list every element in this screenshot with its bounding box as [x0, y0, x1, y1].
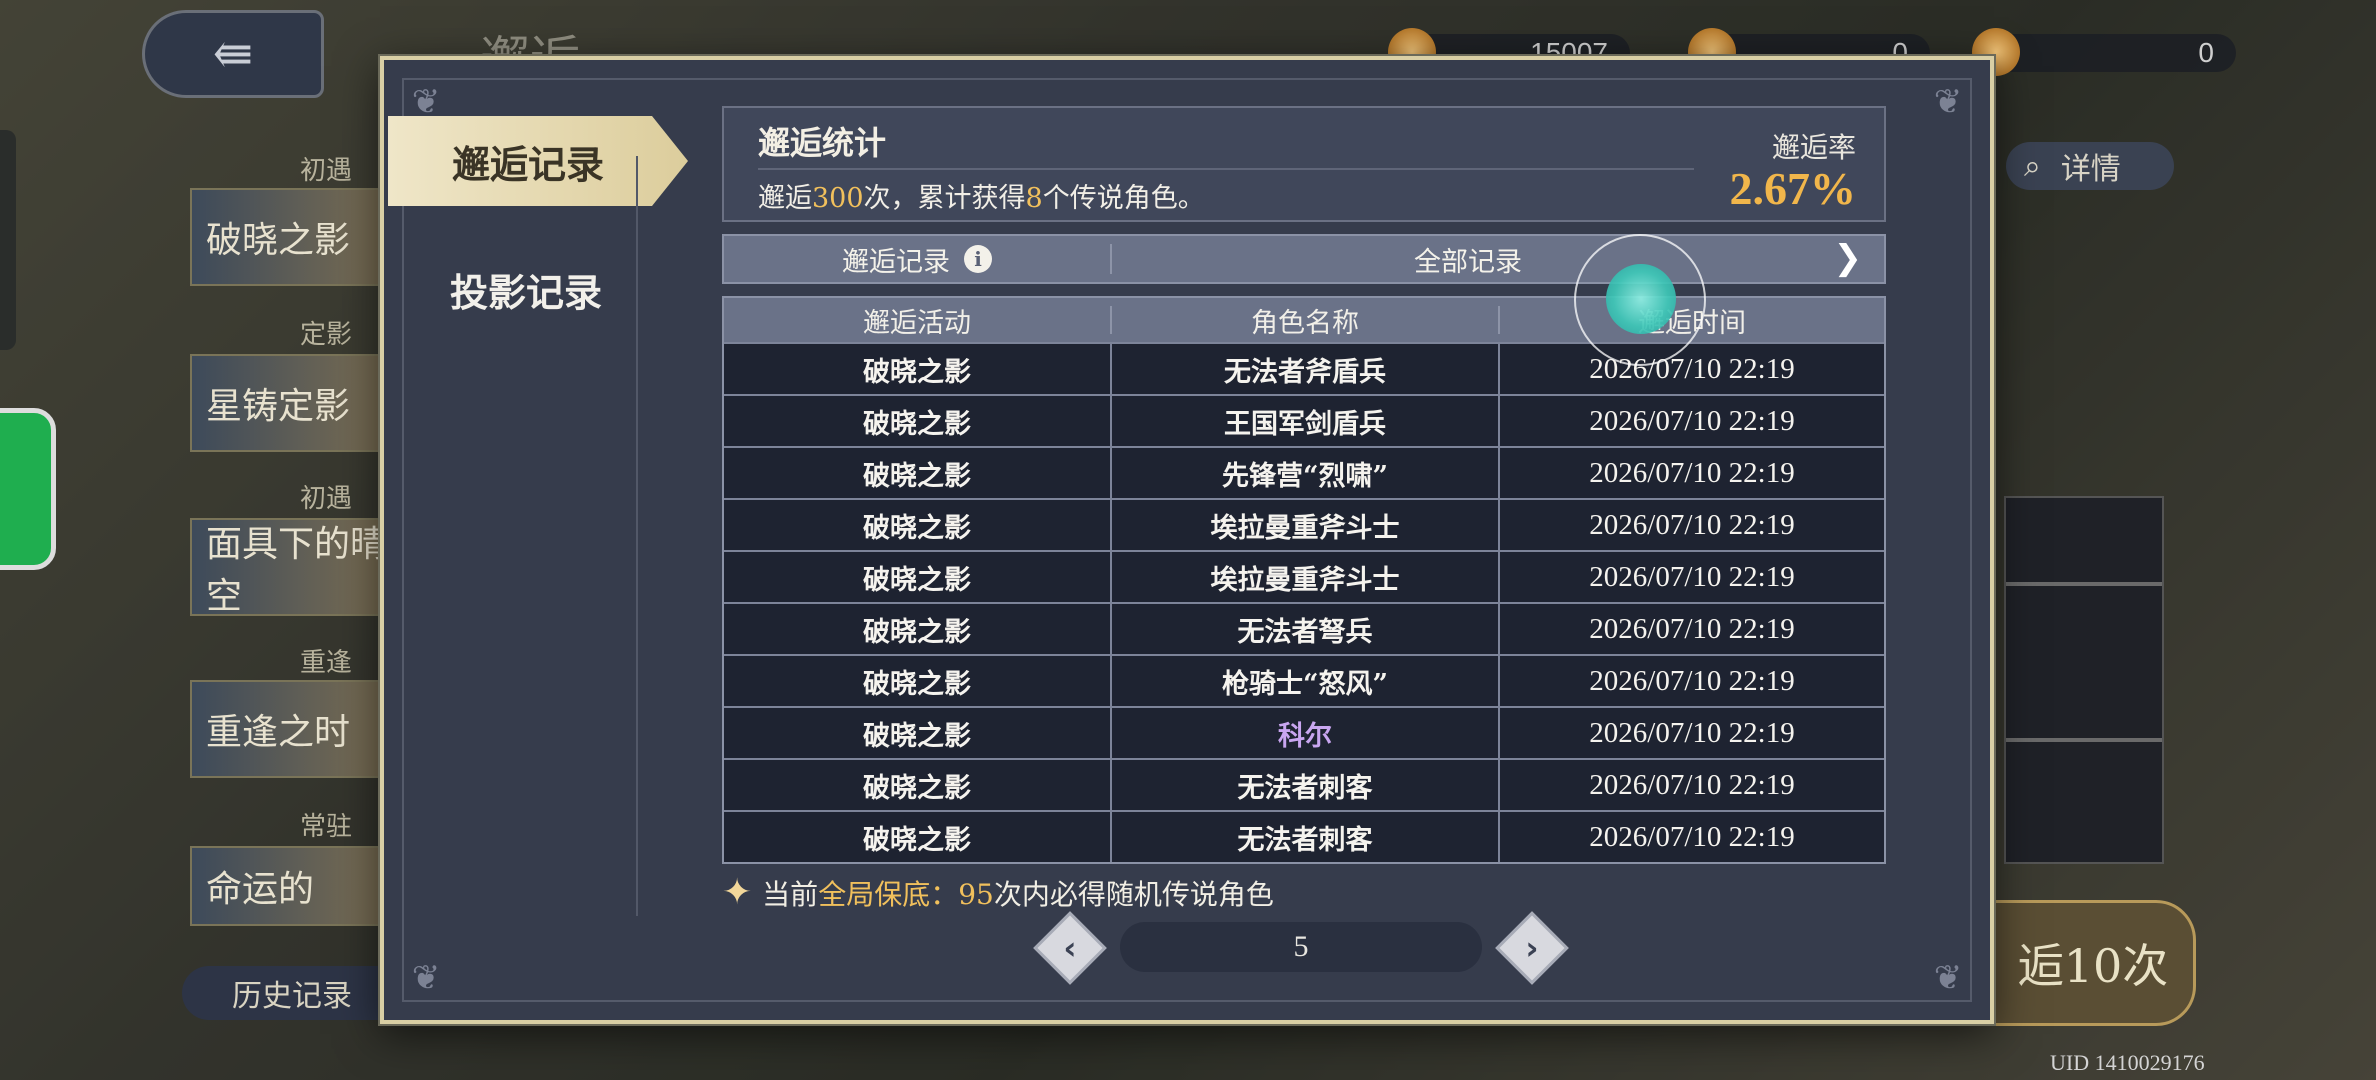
- table-row: 破晓之影 科尔 2026/07/10 22:19: [724, 706, 1884, 758]
- banner-tag: 初遇: [300, 156, 353, 186]
- column-header-name: 角色名称: [1251, 307, 1359, 339]
- cell-event: 破晓之影: [863, 720, 971, 752]
- cell-character-name: 先锋营“烈啸”: [1110, 448, 1498, 498]
- sidebar-divider: [636, 156, 638, 916]
- banner-tag: 常驻: [300, 812, 353, 842]
- cell-time: 2026/07/10 22:19: [1498, 812, 1884, 862]
- cell-time: 2026/07/10 22:19: [1498, 448, 1884, 498]
- records-table: 邂逅活动 角色名称 邂逅时间 破晓之影 无法者斧盾兵 2026/07/10 22:1…: [722, 296, 1886, 864]
- table-row: 破晓之影 无法者弩兵 2026/07/10 22:19: [724, 602, 1884, 654]
- corner-ornament-icon: ❦: [411, 958, 441, 998]
- chevron-right-icon: ›: [1525, 929, 1539, 967]
- sparkle-icon: ✦: [722, 872, 753, 913]
- cell-time: 2026/07/10 22:19: [1498, 396, 1884, 446]
- filter-dropdown[interactable]: 全部记录: [1112, 236, 1824, 282]
- cell-character-name: 无法者刺客: [1110, 812, 1498, 862]
- cell-character-name: 王国军剑盾兵: [1110, 396, 1498, 446]
- stats-panel: 邂逅统计 邂逅300次，累计获得8个传说角色。 邂逅率 2.67%: [722, 106, 1886, 222]
- cell-character-name: 枪骑士“怒风”: [1110, 656, 1498, 706]
- details-button[interactable]: ⌕ 详情: [2006, 142, 2174, 190]
- stats-title: 邂逅统计: [758, 124, 887, 162]
- column-header-event: 邂逅活动: [863, 307, 971, 339]
- records-modal: ❦ ❦ ❦ ❦ 邂逅记录 投影记录 邂逅统计 邂逅300次，累计获得8个传说角色…: [380, 56, 1994, 1024]
- stats-description: 邂逅300次，累计获得8个传说角色。: [758, 183, 1205, 214]
- cell-character-name: 无法者斧盾兵: [1110, 344, 1498, 394]
- corner-ornament-icon: ❦: [1933, 958, 1963, 998]
- table-row: 破晓之影 无法者刺客 2026/07/10 22:19: [724, 810, 1884, 862]
- floating-assist-button[interactable]: [0, 408, 56, 570]
- cell-time: 2026/07/10 22:19: [1498, 760, 1884, 810]
- back-arrow-icon: ⇚: [212, 26, 254, 82]
- legendary-count: 8: [1025, 183, 1043, 214]
- history-button[interactable]: 历史记录: [182, 966, 402, 1020]
- table-body: 破晓之影 无法者斧盾兵 2026/07/10 22:19 破晓之影 王国军剑盾兵 2026…: [724, 342, 1884, 862]
- table-row: 破晓之影 埃拉曼重斧斗士 2026/07/10 22:19: [724, 498, 1884, 550]
- edge-tab: [0, 130, 16, 350]
- banner-card[interactable]: 破晓之影: [190, 188, 390, 286]
- banner-card[interactable]: 重逢之时: [190, 680, 390, 778]
- cell-event: 破晓之影: [863, 824, 971, 856]
- tab-encounter-records[interactable]: 邂逅记录: [388, 116, 688, 206]
- magnifier-icon: ⌕: [2024, 148, 2041, 184]
- uid-label: UID 1410029176: [2050, 1050, 2205, 1075]
- page-number: 5: [1120, 922, 1482, 972]
- pull-10-button[interactable]: 逅10次: [1990, 900, 2196, 1026]
- touch-indicator-dot: [1606, 264, 1676, 334]
- cell-event: 破晓之影: [863, 616, 971, 648]
- currency-gem[interactable]: 0: [1972, 28, 2236, 76]
- banner-tag: 初遇: [300, 484, 353, 514]
- table-row: 破晓之影 枪骑士“怒风” 2026/07/10 22:19: [724, 654, 1884, 706]
- cell-event: 破晓之影: [863, 460, 971, 492]
- record-label: 邂逅记录: [842, 246, 950, 278]
- table-row: 破晓之影 无法者刺客 2026/07/10 22:19: [724, 758, 1884, 810]
- banner-card[interactable]: 星铸定影: [190, 354, 390, 452]
- total-pull-count: 300: [812, 183, 864, 214]
- cell-time: 2026/07/10 22:19: [1498, 552, 1884, 602]
- cell-character-name: 埃拉曼重斧斗士: [1110, 552, 1498, 602]
- table-row: 破晓之影 埃拉曼重斧斗士 2026/07/10 22:19: [724, 550, 1884, 602]
- record-label-group: 邂逅记录 i: [724, 236, 1110, 282]
- cell-time: 2026/07/10 22:19: [1498, 344, 1884, 394]
- table-row: 破晓之影 无法者斧盾兵 2026/07/10 22:19: [724, 342, 1884, 394]
- pity-count: 95: [958, 877, 994, 911]
- table-row: 破晓之影 王国军剑盾兵 2026/07/10 22:19: [724, 394, 1884, 446]
- cell-character-name: 无法者刺客: [1110, 760, 1498, 810]
- cell-character-name: 无法者弩兵: [1110, 604, 1498, 654]
- cell-event: 破晓之影: [863, 512, 971, 544]
- record-filter-bar: 邂逅记录 i 全部记录 ❯: [722, 234, 1886, 284]
- cell-event: 破晓之影: [863, 356, 971, 388]
- cell-event: 破晓之影: [863, 668, 971, 700]
- banner-tag: 定影: [300, 320, 353, 350]
- chevron-right-icon[interactable]: ❯: [1834, 238, 1863, 278]
- chevron-left-icon: ‹: [1063, 929, 1077, 967]
- pity-info: ✦ 当前全局保底：95次内必得随机传说角色: [722, 872, 1274, 913]
- cell-time: 2026/07/10 22:19: [1498, 604, 1884, 654]
- banner-card[interactable]: 面具下的晴空: [190, 518, 390, 617]
- table-header: 邂逅活动 角色名称 邂逅时间: [724, 298, 1884, 342]
- cell-event: 破晓之影: [863, 564, 971, 596]
- right-side-panel: [2004, 496, 2164, 864]
- corner-ornament-icon: ❦: [1933, 82, 1963, 122]
- banner-tag: 重逢: [300, 648, 353, 678]
- back-button[interactable]: ⇚: [142, 10, 324, 98]
- tab-projection-records[interactable]: 投影记录: [450, 262, 602, 317]
- cell-character-name: 埃拉曼重斧斗士: [1110, 500, 1498, 550]
- table-row: 破晓之影 先锋营“烈啸” 2026/07/10 22:19: [724, 446, 1884, 498]
- banner-card[interactable]: 命运的: [190, 846, 390, 926]
- info-icon[interactable]: i: [964, 245, 992, 273]
- cell-time: 2026/07/10 22:19: [1498, 708, 1884, 758]
- cell-event: 破晓之影: [863, 408, 971, 440]
- rate-value: 2.67%: [1729, 163, 1857, 214]
- cell-time: 2026/07/10 22:19: [1498, 500, 1884, 550]
- stats-divider: [758, 168, 1694, 170]
- cell-event: 破晓之影: [863, 772, 971, 804]
- rate-label: 邂逅率: [1771, 131, 1856, 164]
- cell-time: 2026/07/10 22:19: [1498, 656, 1884, 706]
- cell-character-name: 科尔: [1110, 708, 1498, 758]
